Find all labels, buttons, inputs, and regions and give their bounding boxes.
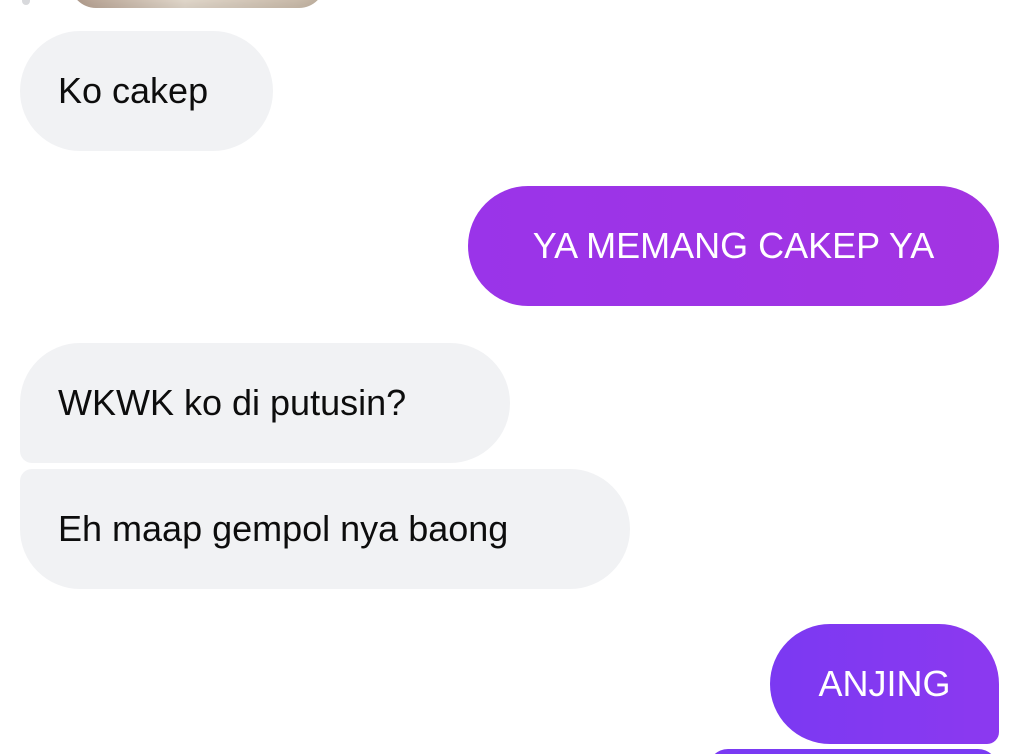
- next-outgoing-message-edge[interactable]: [708, 749, 998, 754]
- incoming-message-bubble[interactable]: Ko cakep: [20, 31, 273, 151]
- outgoing-message-bubble[interactable]: ANJING: [770, 624, 999, 744]
- message-text: Ko cakep: [58, 70, 209, 111]
- incoming-message-bubble[interactable]: WKWK ko di putusin?: [20, 343, 510, 463]
- message-thread: Ko cakep YA MEMANG CAKEP YA WKWK ko di p…: [0, 0, 1022, 754]
- shared-photo-edge[interactable]: [70, 0, 325, 8]
- incoming-message-bubble[interactable]: Eh maap gempol nya baong: [20, 469, 630, 589]
- message-status-indicator: [22, 0, 30, 5]
- message-text: ANJING: [818, 663, 951, 704]
- outgoing-message-bubble[interactable]: YA MEMANG CAKEP YA: [468, 186, 999, 306]
- message-text: Eh maap gempol nya baong: [58, 508, 509, 549]
- message-text: WKWK ko di putusin?: [58, 382, 407, 423]
- message-text: YA MEMANG CAKEP YA: [532, 225, 935, 266]
